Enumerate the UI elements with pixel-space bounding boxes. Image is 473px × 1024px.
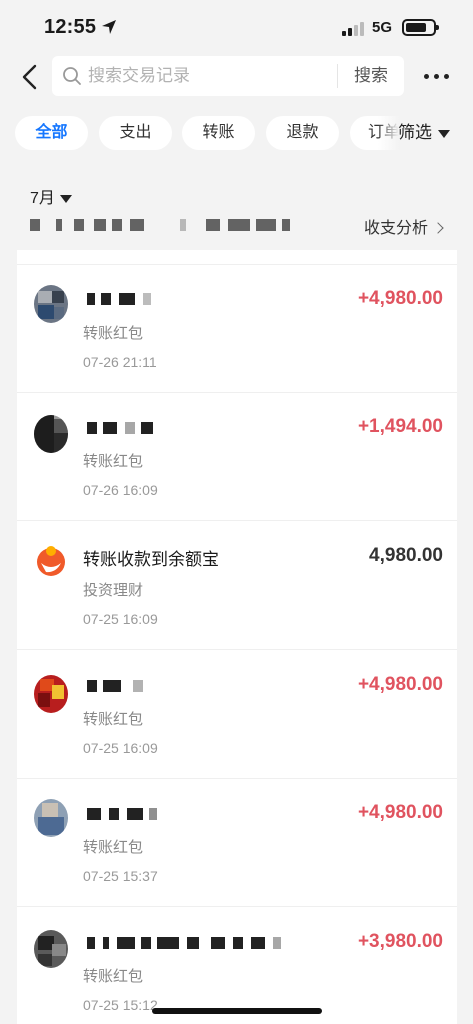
avatar bbox=[34, 675, 68, 713]
chip-all[interactable]: 全部 bbox=[15, 116, 88, 150]
avatar bbox=[34, 285, 68, 323]
signal-icon bbox=[342, 22, 364, 36]
transaction-row[interactable]: +1,494.00 转账红包 07-26 16:09 bbox=[17, 393, 457, 521]
divider bbox=[17, 649, 457, 650]
search-input[interactable] bbox=[88, 64, 328, 88]
more-icon[interactable] bbox=[424, 74, 449, 79]
timestamp: 07-25 15:37 bbox=[83, 868, 158, 884]
category: 转账红包 bbox=[83, 968, 144, 985]
status-bar: 12:55 5G bbox=[0, 0, 473, 56]
transaction-row[interactable]: +4,980.00 转账红包 07-26 21:11 bbox=[17, 265, 457, 393]
timestamp: 07-26 21:11 bbox=[83, 354, 157, 370]
category: 转账红包 bbox=[83, 711, 144, 728]
category: 转账红包 bbox=[83, 325, 144, 342]
timestamp: 07-25 15:12 bbox=[83, 997, 158, 1013]
yuebao-icon bbox=[37, 546, 65, 576]
search-icon bbox=[63, 67, 81, 85]
home-indicator[interactable] bbox=[152, 1008, 322, 1014]
amount: +1,494.00 bbox=[357, 416, 443, 437]
battery-icon bbox=[402, 19, 439, 36]
filter-button[interactable]: 筛选 bbox=[398, 116, 450, 150]
chip-transfer[interactable]: 转账 bbox=[182, 116, 255, 150]
search-button[interactable]: 搜索 bbox=[338, 56, 404, 96]
month-label: 7月 bbox=[30, 190, 55, 207]
amount: +4,980.00 bbox=[357, 802, 443, 823]
search-bar: 搜索 bbox=[52, 56, 404, 96]
summary-redacted bbox=[30, 216, 290, 234]
name-redacted bbox=[87, 806, 187, 822]
timestamp: 07-25 16:09 bbox=[83, 740, 158, 756]
transaction-row[interactable]: 转账收款到余额宝 4,980.00 投资理财 07-25 16:09 bbox=[17, 522, 457, 650]
transaction-row[interactable]: +3,980.00 转账红包 07-25 15:12 bbox=[17, 908, 457, 1024]
amount: 4,980.00 bbox=[369, 545, 443, 566]
back-icon[interactable] bbox=[18, 64, 42, 90]
amount: +4,980.00 bbox=[357, 674, 443, 695]
analysis-label: 收支分析 bbox=[364, 220, 429, 237]
avatar bbox=[34, 415, 68, 453]
month-selector[interactable]: 7月 bbox=[30, 184, 72, 208]
timestamp: 07-26 16:09 bbox=[83, 482, 158, 498]
filter-chips: 全部 支出 转账 退款 订单 筛选 bbox=[0, 112, 473, 154]
timestamp: 07-25 16:09 bbox=[83, 611, 158, 627]
name-redacted bbox=[87, 291, 177, 307]
location-arrow-icon bbox=[102, 20, 116, 34]
chevron-right-icon bbox=[432, 222, 444, 234]
chip-refund[interactable]: 退款 bbox=[266, 116, 339, 150]
chip-expense[interactable]: 支出 bbox=[99, 116, 172, 150]
status-time: 12:55 bbox=[44, 16, 97, 38]
name-redacted bbox=[87, 678, 177, 694]
amount: +3,980.00 bbox=[357, 931, 443, 952]
avatar bbox=[34, 799, 68, 837]
divider bbox=[17, 906, 457, 907]
avatar bbox=[34, 930, 68, 968]
transaction-row[interactable]: +4,980.00 转账红包 07-25 16:09 bbox=[17, 651, 457, 779]
transaction-list: +4,980.00 转账红包 07-26 21:11 +1,494.00 转账红… bbox=[17, 250, 457, 1024]
filter-label: 筛选 bbox=[398, 123, 432, 142]
caret-down-icon bbox=[438, 129, 450, 138]
amount: +4,980.00 bbox=[357, 288, 443, 309]
title: 转账收款到余额宝 bbox=[83, 550, 219, 569]
analysis-link[interactable]: 收支分析 bbox=[364, 214, 444, 238]
category: 转账红包 bbox=[83, 453, 144, 470]
category: 转账红包 bbox=[83, 839, 144, 856]
transaction-row[interactable]: +4,980.00 转账红包 07-25 15:37 bbox=[17, 779, 457, 907]
network-type: 5G bbox=[372, 19, 393, 36]
caret-down-icon bbox=[59, 194, 72, 203]
name-redacted bbox=[87, 420, 177, 436]
name-redacted bbox=[87, 935, 287, 951]
category: 投资理财 bbox=[83, 582, 144, 599]
divider bbox=[17, 520, 457, 521]
